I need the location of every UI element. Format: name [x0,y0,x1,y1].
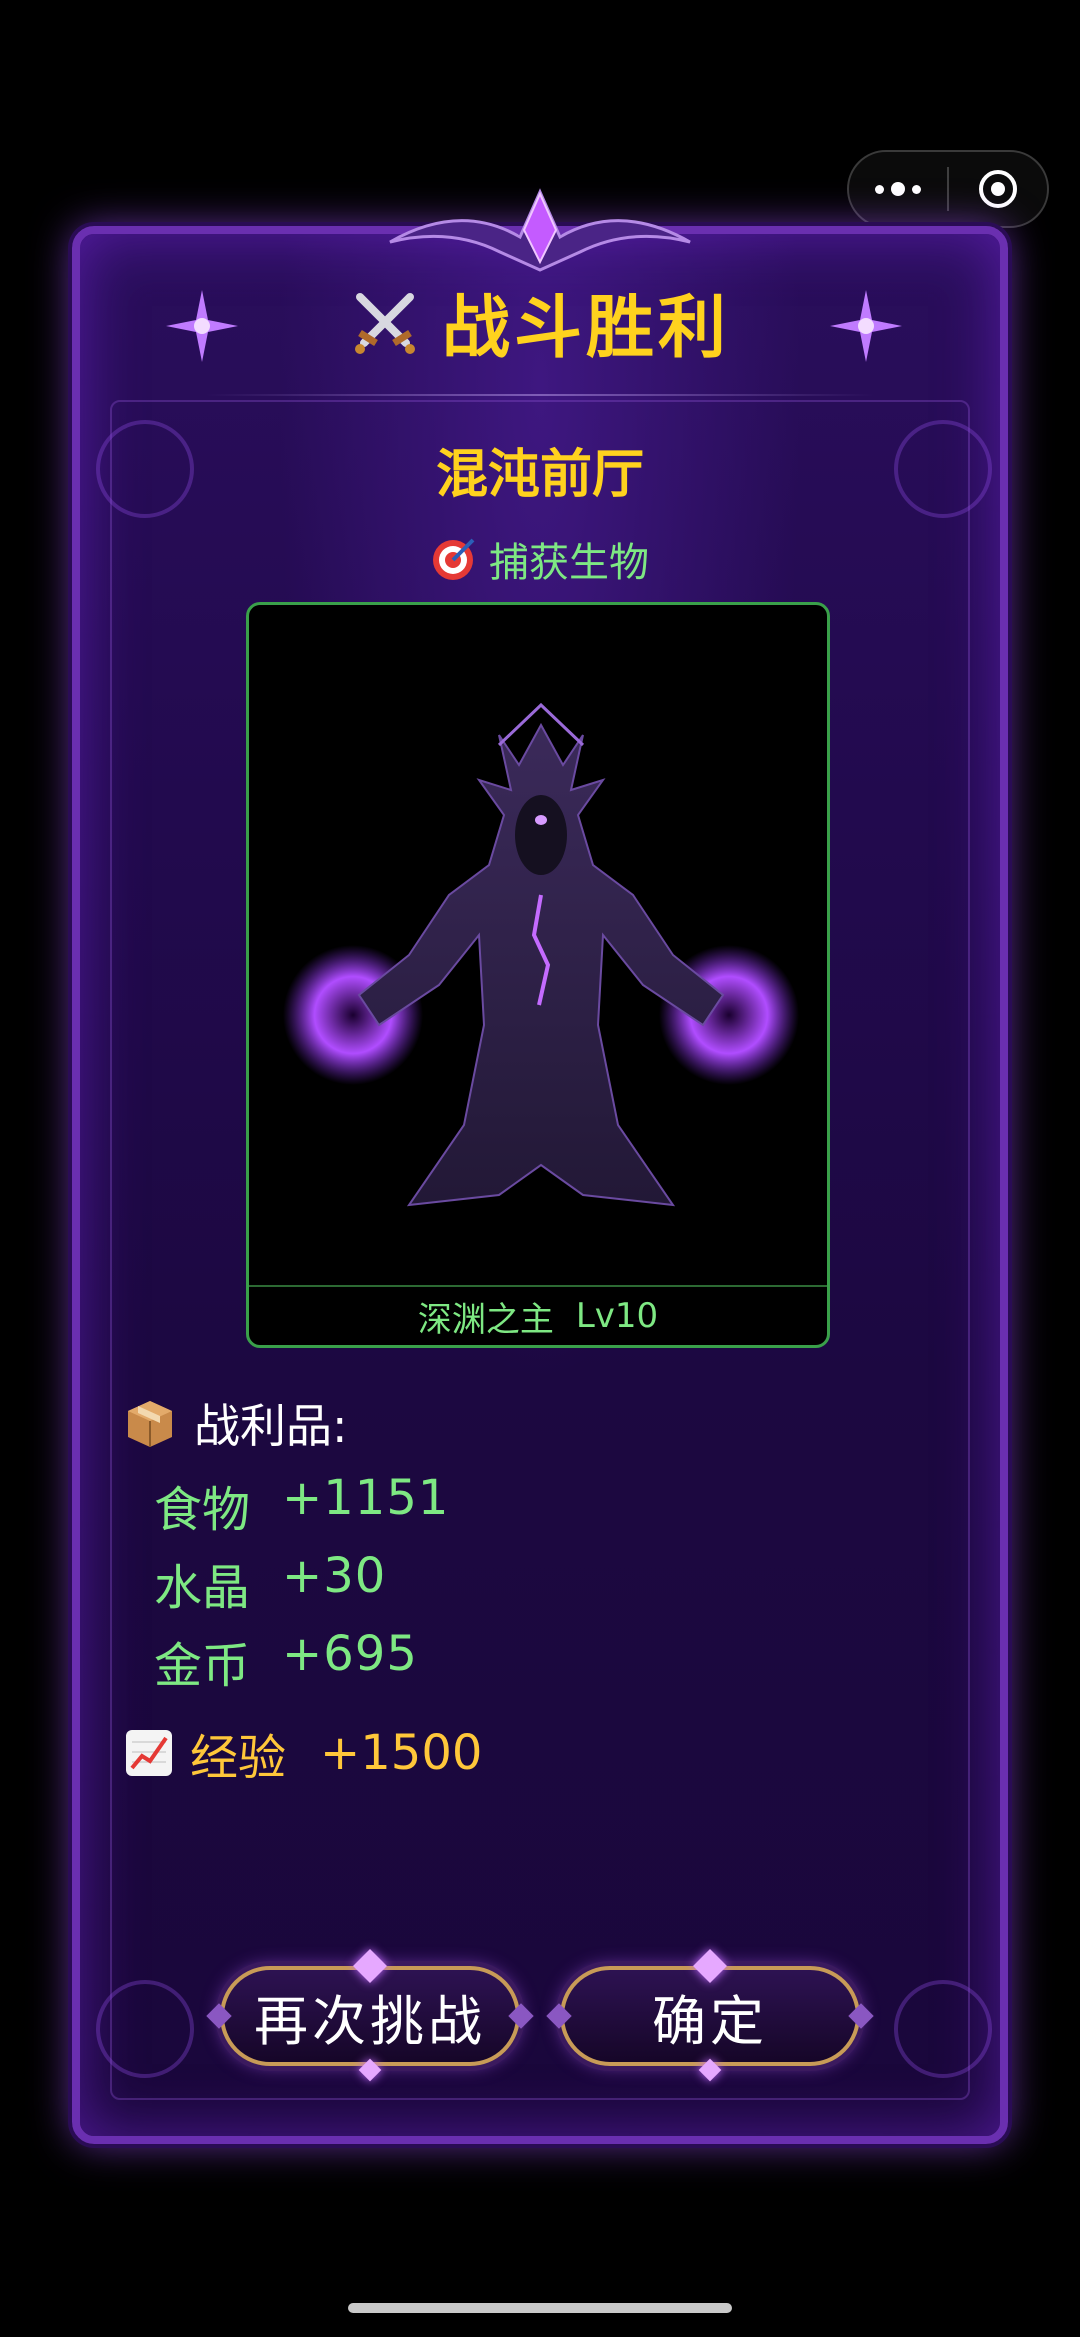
crossed-swords-icon [354,292,415,354]
corner-ornament [894,1980,992,2078]
loot-item-name: 水晶 [154,1560,251,1616]
creature-name: 深渊之主 [417,1299,554,1340]
loot-item-name: 金币 [154,1638,251,1694]
package-icon [128,1401,172,1447]
more-menu-button[interactable] [849,152,947,226]
retry-button[interactable]: 再次挑战 [206,1949,534,2082]
loot-item-value: +695 [282,1626,418,1682]
creature-caption: 深渊之主 Lv10 [249,1285,827,1345]
dialog-header: 战斗胜利 [0,272,1080,371]
chart-increasing-icon [126,1730,172,1776]
dart-target-icon [433,538,475,580]
confirm-button-label: 确定 [652,1989,768,2053]
loot-item-name: 食物 [154,1482,251,1538]
location-name: 混沌前厅 [435,445,644,505]
creature-level: Lv10 [575,1296,659,1336]
creature-portrait [283,702,799,1207]
more-dots-icon [875,182,921,196]
target-circle-icon [979,170,1017,208]
capture-text: 捕获生物 [489,540,649,586]
home-indicator[interactable] [348,2303,732,2313]
experience-row: 经验 +1500 [124,1718,482,1788]
loot-item: 金币 +695 [154,1626,418,1696]
retry-button-label: 再次挑战 [254,1989,486,2053]
loot-item: 水晶 +30 [154,1548,386,1618]
loot-header: 战利品: [124,1390,348,1456]
close-mini-program-button[interactable] [949,152,1047,226]
confirm-button[interactable]: 确定 [546,1949,874,2082]
mini-program-capsule [847,150,1049,228]
capture-label: 捕获生物 [0,530,1080,588]
crown-gem-ornament [389,188,691,272]
title-divider [205,394,875,396]
creature-card: 深渊之主 Lv10 [246,602,830,1348]
loot-item-value: +1151 [282,1470,450,1526]
loot-title: 战利品: [194,1399,348,1453]
experience-label: 经验 [190,1730,287,1786]
corner-ornament [96,1980,194,2078]
loot-item-value: +30 [282,1548,387,1604]
loot-item: 食物 +1151 [154,1470,449,1540]
dialog-title: 战斗胜利 [441,289,730,368]
experience-value: +1500 [320,1725,483,1781]
